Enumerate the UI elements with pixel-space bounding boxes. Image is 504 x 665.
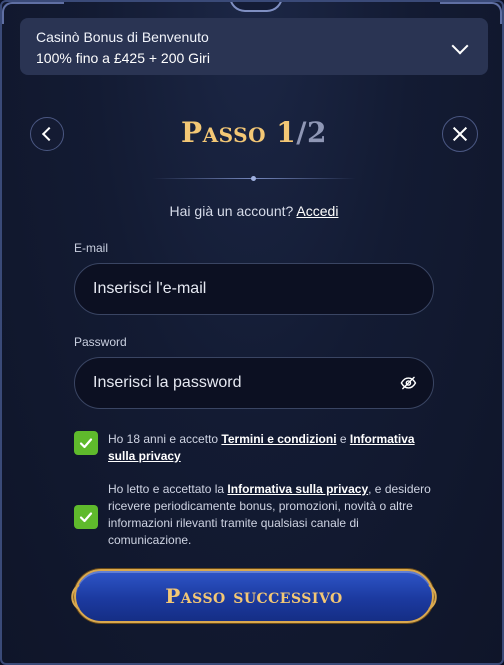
step-title: Passo 1/2 <box>2 116 502 149</box>
frame-top-ornament <box>229 2 283 12</box>
login-prompt: Hai già un account? Accedi <box>2 203 502 219</box>
step-total: /2 <box>296 116 327 149</box>
button-ornament-icon <box>71 584 80 610</box>
age-consent-checkbox[interactable] <box>74 431 98 455</box>
divider-dot <box>251 176 256 181</box>
next-step-label: Passo successivo <box>165 584 343 608</box>
age-consent-text-and: e <box>336 432 350 446</box>
email-field[interactable] <box>91 279 417 299</box>
step-current: 1 <box>276 116 297 149</box>
age-consent-row: Ho 18 anni e accetto Termini e condizion… <box>74 431 434 465</box>
checkmark-icon <box>79 512 93 523</box>
marketing-consent-checkbox[interactable] <box>74 505 98 529</box>
button-ornament-icon <box>428 584 437 610</box>
terms-link[interactable]: Termini e condizioni <box>221 432 336 446</box>
bonus-subtitle: 100% fino a £425 + 200 Giri <box>36 50 210 66</box>
marketing-consent-text-start: Ho letto e accettato la <box>108 482 228 496</box>
welcome-bonus-selector[interactable]: Casinò Bonus di Benvenuto 100% fino a £4… <box>20 18 488 75</box>
email-field-wrapper <box>74 263 434 315</box>
step-title-word: Passo <box>181 116 266 149</box>
privacy-link[interactable]: Informativa sulla privacy <box>227 482 368 496</box>
login-link[interactable]: Accedi <box>296 203 338 219</box>
bonus-title: Casinò Bonus di Benvenuto <box>36 29 209 45</box>
registration-modal: Casinò Bonus di Benvenuto 100% fino a £4… <box>0 0 504 665</box>
password-label: Password <box>74 335 127 349</box>
login-prompt-text: Hai già un account? <box>169 203 294 219</box>
close-icon <box>453 127 467 141</box>
password-field[interactable] <box>91 373 401 393</box>
eye-off-icon[interactable] <box>400 374 417 392</box>
marketing-consent-row: Ho letto e accettato la Informativa sull… <box>74 481 434 549</box>
checkmark-icon <box>79 438 93 449</box>
password-field-wrapper <box>74 357 434 409</box>
next-step-button[interactable]: Passo successivo <box>71 569 437 623</box>
age-consent-text: Ho 18 anni e accetto Termini e condizion… <box>108 431 434 465</box>
email-label: E-mail <box>74 241 109 255</box>
marketing-consent-text: Ho letto e accettato la Informativa sull… <box>108 481 434 549</box>
age-consent-text-start: Ho 18 anni e accetto <box>108 432 222 446</box>
close-button[interactable] <box>442 116 478 152</box>
